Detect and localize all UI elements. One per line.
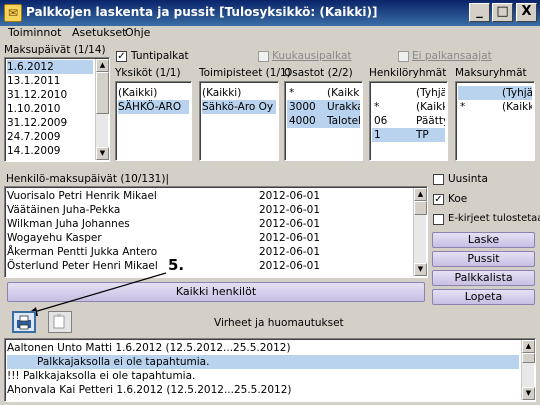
copy-button[interactable] [48, 311, 72, 333]
scroll-down-icon[interactable]: ▼ [522, 387, 535, 400]
scroll-up-icon[interactable]: ▲ [522, 340, 535, 353]
list-item[interactable]: Ahonvala Kai Petteri 1.6.2012 (12.5.2012… [7, 383, 519, 397]
list-item[interactable]: Palkkajaksolla ei ole tapahtumia. [7, 355, 519, 369]
clipboard-icon [53, 314, 65, 329]
errors-label: Virheet ja huomautukset [214, 317, 344, 329]
print-button[interactable] [12, 311, 36, 333]
list-item[interactable]: Aaltonen Unto Matti 1.6.2012 (12.5.2012.… [7, 341, 519, 355]
vertical-scrollbar[interactable]: ▲ ▼ [521, 340, 535, 400]
errors-list[interactable]: Aaltonen Unto Matti 1.6.2012 (12.5.2012.… [4, 338, 536, 402]
printer-icon [17, 315, 31, 330]
scroll-thumb[interactable] [522, 353, 535, 363]
list-item[interactable]: !!! Palkkajaksolla ei ole tapahtumia. [7, 369, 519, 383]
